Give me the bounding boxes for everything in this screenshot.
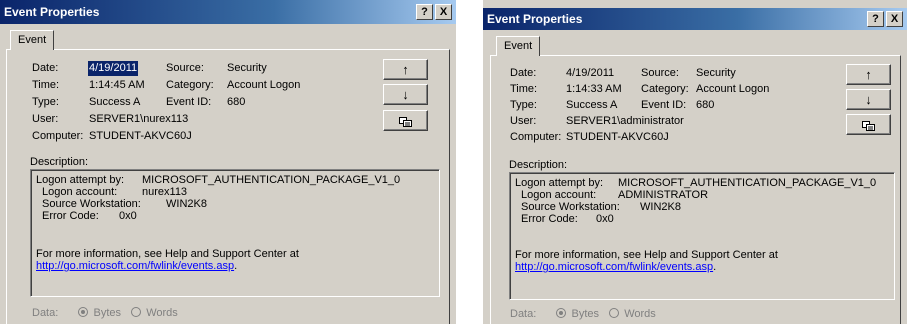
description-label: Description: xyxy=(509,159,568,171)
event-id-value[interactable]: 680 xyxy=(227,95,245,110)
source-label: Source: xyxy=(166,62,204,74)
title-bar[interactable]: Event Properties ? X xyxy=(483,8,907,30)
event-properties-dialog-1: Event Properties ? X Event Date: 4/19/20… xyxy=(0,0,456,324)
date-value[interactable]: 4/19/2011 xyxy=(88,61,139,76)
dialog-title: Event Properties xyxy=(487,12,583,26)
previous-event-button[interactable]: ↑ xyxy=(383,59,428,80)
user-value[interactable]: SERVER1\nurex113 xyxy=(89,112,188,127)
logon-attempt-value: MICROSOFT_AUTHENTICATION_PACKAGE_V1_0 xyxy=(618,177,877,189)
source-workstation-label: Source Workstation: xyxy=(521,201,620,213)
copy-icon xyxy=(862,120,875,131)
data-label: Data: xyxy=(510,308,537,320)
words-label[interactable]: Words xyxy=(624,308,656,320)
source-value[interactable]: Security xyxy=(696,66,736,81)
copy-button[interactable] xyxy=(846,114,891,135)
computer-label: Computer: xyxy=(510,131,562,143)
close-button[interactable]: X xyxy=(435,4,452,20)
bytes-label[interactable]: Bytes xyxy=(93,307,121,319)
date-label: Date: xyxy=(32,62,59,74)
source-workstation-label: Source Workstation: xyxy=(42,198,141,210)
copy-button[interactable] xyxy=(383,110,428,131)
description-box[interactable]: Logon attempt by: MICROSOFT_AUTHENTICATI… xyxy=(30,169,440,297)
words-label[interactable]: Words xyxy=(146,307,178,319)
event-id-value[interactable]: 680 xyxy=(696,98,714,113)
logon-attempt-label: Logon attempt by: xyxy=(36,174,125,186)
words-radio[interactable] xyxy=(131,307,142,317)
type-label: Type: xyxy=(32,96,59,108)
help-button[interactable]: ? xyxy=(867,11,884,27)
source-label: Source: xyxy=(641,67,679,79)
help-button[interactable]: ? xyxy=(416,4,433,20)
help-link[interactable]: http://go.microsoft.com/fwlink/events.as… xyxy=(36,260,234,272)
time-label: Time: xyxy=(32,79,60,91)
words-radio[interactable] xyxy=(609,308,620,318)
user-label: User: xyxy=(510,115,537,127)
user-value[interactable]: SERVER1\administrator xyxy=(566,114,684,129)
error-code-label: Error Code: xyxy=(521,213,578,225)
error-code-value: 0x0 xyxy=(596,213,614,225)
computer-label: Computer: xyxy=(32,130,84,142)
time-label: Time: xyxy=(510,83,538,95)
logon-account-value: nurex113 xyxy=(142,186,188,198)
source-workstation-value: WIN2K8 xyxy=(640,201,681,213)
logon-account-label: Logon account: xyxy=(42,186,118,198)
bytes-label[interactable]: Bytes xyxy=(571,308,599,320)
category-label: Category: xyxy=(166,79,214,91)
category-value[interactable]: Account Logon xyxy=(696,82,769,97)
source-value[interactable]: Security xyxy=(227,61,267,76)
event-id-label: Event ID: xyxy=(641,99,687,111)
tab-event[interactable]: Event xyxy=(496,36,541,56)
next-event-button[interactable]: ↓ xyxy=(383,84,428,105)
next-event-button[interactable]: ↓ xyxy=(846,89,891,110)
type-value[interactable]: Success A xyxy=(566,98,617,113)
time-value[interactable]: 1:14:33 AM xyxy=(566,82,622,97)
help-link[interactable]: http://go.microsoft.com/fwlink/events.as… xyxy=(515,261,713,273)
more-info-text: For more information, see Help and Suppo… xyxy=(515,249,778,261)
description-label: Description: xyxy=(30,156,89,168)
title-bar[interactable]: Event Properties ? X xyxy=(0,0,456,24)
event-id-label: Event ID: xyxy=(166,96,212,108)
logon-attempt-label: Logon attempt by: xyxy=(515,177,604,189)
logon-account-value: ADMINISTRATOR xyxy=(618,189,709,201)
copy-icon xyxy=(399,116,412,127)
error-code-value: 0x0 xyxy=(119,210,137,222)
date-label: Date: xyxy=(510,67,537,79)
previous-event-button[interactable]: ↑ xyxy=(846,64,891,85)
event-properties-dialog-2: Event Properties ? X Event Date: 4/19/20… xyxy=(483,0,907,324)
description-box[interactable]: Logon attempt by: MICROSOFT_AUTHENTICATI… xyxy=(509,172,895,300)
logon-attempt-value: MICROSOFT_AUTHENTICATION_PACKAGE_V1_0 xyxy=(142,174,401,186)
dialog-title: Event Properties xyxy=(4,5,100,19)
bytes-radio[interactable] xyxy=(556,308,567,318)
type-value[interactable]: Success A xyxy=(89,95,140,110)
category-label: Category: xyxy=(641,83,689,95)
date-value[interactable]: 4/19/2011 xyxy=(566,66,614,81)
time-value[interactable]: 1:14:45 AM xyxy=(89,78,145,93)
computer-value[interactable]: STUDENT-AKVC60J xyxy=(89,129,192,144)
link-period: . xyxy=(713,261,717,273)
more-info-text: For more information, see Help and Suppo… xyxy=(36,248,299,260)
close-button[interactable]: X xyxy=(886,11,903,27)
type-label: Type: xyxy=(510,99,537,111)
data-label: Data: xyxy=(32,307,59,319)
link-period: . xyxy=(234,260,238,272)
source-workstation-value: WIN2K8 xyxy=(166,198,207,210)
logon-account-label: Logon account: xyxy=(521,189,597,201)
computer-value[interactable]: STUDENT-AKVC60J xyxy=(566,130,669,145)
user-label: User: xyxy=(32,113,59,125)
bytes-radio[interactable] xyxy=(78,307,89,317)
category-value[interactable]: Account Logon xyxy=(227,78,300,93)
error-code-label: Error Code: xyxy=(42,210,99,222)
tab-event[interactable]: Event xyxy=(10,30,55,50)
